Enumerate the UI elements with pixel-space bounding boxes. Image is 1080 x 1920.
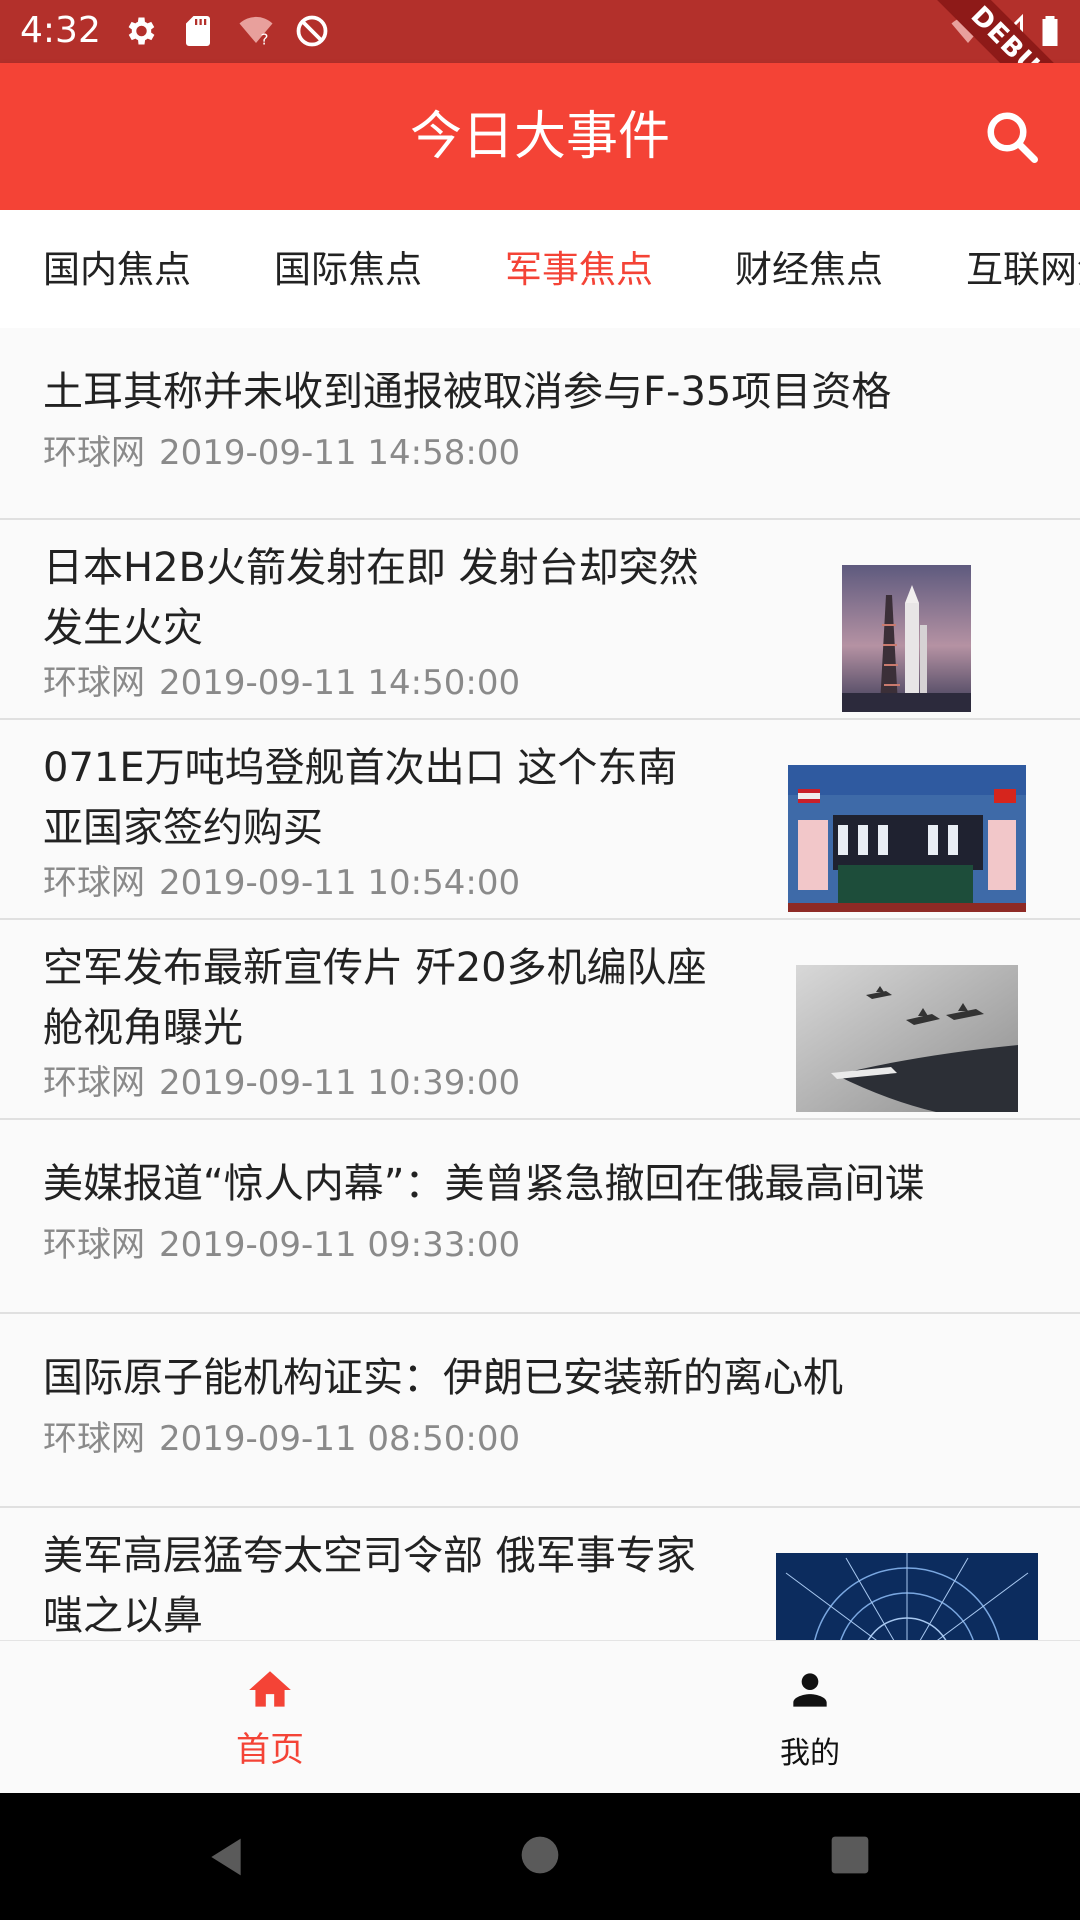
news-time: 2019-09-11 08:50:00: [159, 1419, 521, 1459]
nav-label-mine: 我的: [780, 1736, 840, 1771]
tab-finance[interactable]: 财经焦点: [735, 248, 883, 292]
news-title: 日本H2B火箭发射在即 发射台却突然 发生火灾: [43, 545, 699, 651]
svg-text:?: ?: [261, 31, 269, 49]
news-thumbnail-jets: [796, 965, 1018, 1112]
news-meta: 环球网 2019-09-11 08:50:00: [43, 1418, 520, 1460]
news-item[interactable]: 土耳其称并未收到通报被取消参与F-35项目资格 环球网 2019-09-11 14…: [0, 328, 1080, 520]
news-meta: 环球网 2019-09-11 14:50:00: [43, 662, 520, 704]
news-time: 2019-09-11 14:58:00: [159, 433, 521, 473]
search-icon[interactable]: [982, 107, 1042, 167]
news-source: 环球网: [43, 1225, 145, 1265]
tab-international[interactable]: 国际焦点: [274, 248, 422, 292]
recents-icon[interactable]: [830, 1835, 870, 1875]
news-thumbnail-space: [776, 1553, 1038, 1640]
news-time: 2019-09-11 10:39:00: [159, 1063, 521, 1103]
news-title: 071E万吨坞登舰首次出口 这个东南 亚国家签约购买: [43, 745, 678, 851]
news-meta: 环球网 2019-09-11 14:58:00: [43, 432, 520, 474]
news-meta: 环球网 2019-09-11 10:54:00: [43, 862, 520, 904]
news-source: 环球网: [43, 1419, 145, 1459]
news-source: 环球网: [43, 433, 145, 473]
nav-home[interactable]: 首页: [0, 1641, 540, 1794]
news-item[interactable]: 美军高层猛夸太空司令部 俄军事专家 嗤之以鼻: [0, 1508, 1080, 1640]
gear-icon: [128, 17, 155, 45]
news-title: 空军发布最新宣传片 歼20多机编队座 舱视角曝光: [43, 945, 707, 1051]
news-time: 2019-09-11 09:33:00: [159, 1225, 521, 1265]
back-icon[interactable]: [204, 1835, 248, 1879]
nav-mine[interactable]: 我的: [540, 1641, 1080, 1794]
news-item[interactable]: 国际原子能机构证实：伊朗已安装新的离心机 环球网 2019-09-11 08:50…: [0, 1314, 1080, 1508]
status-time: 4:32: [20, 10, 101, 51]
news-title: 美军高层猛夸太空司令部 俄军事专家 嗤之以鼻: [43, 1533, 696, 1639]
news-thumbnail-rocket: [842, 565, 971, 712]
battery-icon: [1042, 16, 1058, 46]
category-tabs: 国内焦点 国际焦点 军事焦点 财经焦点 互联网焦点: [0, 210, 1080, 328]
tab-domestic[interactable]: 国内焦点: [43, 248, 191, 292]
news-item[interactable]: 空军发布最新宣传片 歼20多机编队座 舱视角曝光 环球网 2019-09-11 1…: [0, 920, 1080, 1120]
news-title: 美媒报道“惊人内幕”：美曾紧急撤回在俄最高间谍: [43, 1161, 925, 1207]
wifi-question-icon: ?: [239, 16, 273, 49]
bottom-nav: 首页 我的: [0, 1640, 1080, 1793]
news-source: 环球网: [43, 1063, 145, 1103]
news-thumbnail-ceremony: [788, 765, 1026, 912]
news-time: 2019-09-11 10:54:00: [159, 863, 521, 903]
person-icon: [793, 1673, 827, 1707]
news-title: 国际原子能机构证实：伊朗已安装新的离心机: [43, 1355, 843, 1401]
news-source: 环球网: [43, 663, 145, 703]
nav-label-home: 首页: [236, 1730, 304, 1770]
news-title: 土耳其称并未收到通报被取消参与F-35项目资格: [43, 369, 892, 415]
news-item[interactable]: 美媒报道“惊人内幕”：美曾紧急撤回在俄最高间谍 环球网 2019-09-11 09…: [0, 1120, 1080, 1314]
sd-card-icon: [186, 16, 210, 46]
home-icon: [249, 1671, 291, 1707]
news-meta: 环球网 2019-09-11 10:39:00: [43, 1062, 520, 1104]
tab-internet[interactable]: 互联网焦点: [966, 248, 1080, 292]
news-list: 土耳其称并未收到通报被取消参与F-35项目资格 环球网 2019-09-11 14…: [0, 328, 1080, 1640]
news-item[interactable]: 071E万吨坞登舰首次出口 这个东南 亚国家签约购买 环球网 2019-09-11…: [0, 720, 1080, 920]
app-bar: 今日大事件: [0, 63, 1080, 210]
news-source: 环球网: [43, 863, 145, 903]
system-nav-bar: [0, 1793, 1080, 1920]
news-time: 2019-09-11 14:50:00: [159, 663, 521, 703]
tab-military[interactable]: 军事焦点: [505, 248, 653, 292]
news-meta: 环球网 2019-09-11 09:33:00: [43, 1224, 520, 1266]
no-sync-icon: [296, 15, 328, 47]
news-item[interactable]: 日本H2B火箭发射在即 发射台却突然 发生火灾 环球网 2019-09-11 14…: [0, 520, 1080, 720]
home-circle-icon[interactable]: [520, 1835, 560, 1875]
status-bar: 4:32 ? DEBUG: [0, 0, 1080, 151]
page-title: 今日大事件: [409, 107, 670, 167]
